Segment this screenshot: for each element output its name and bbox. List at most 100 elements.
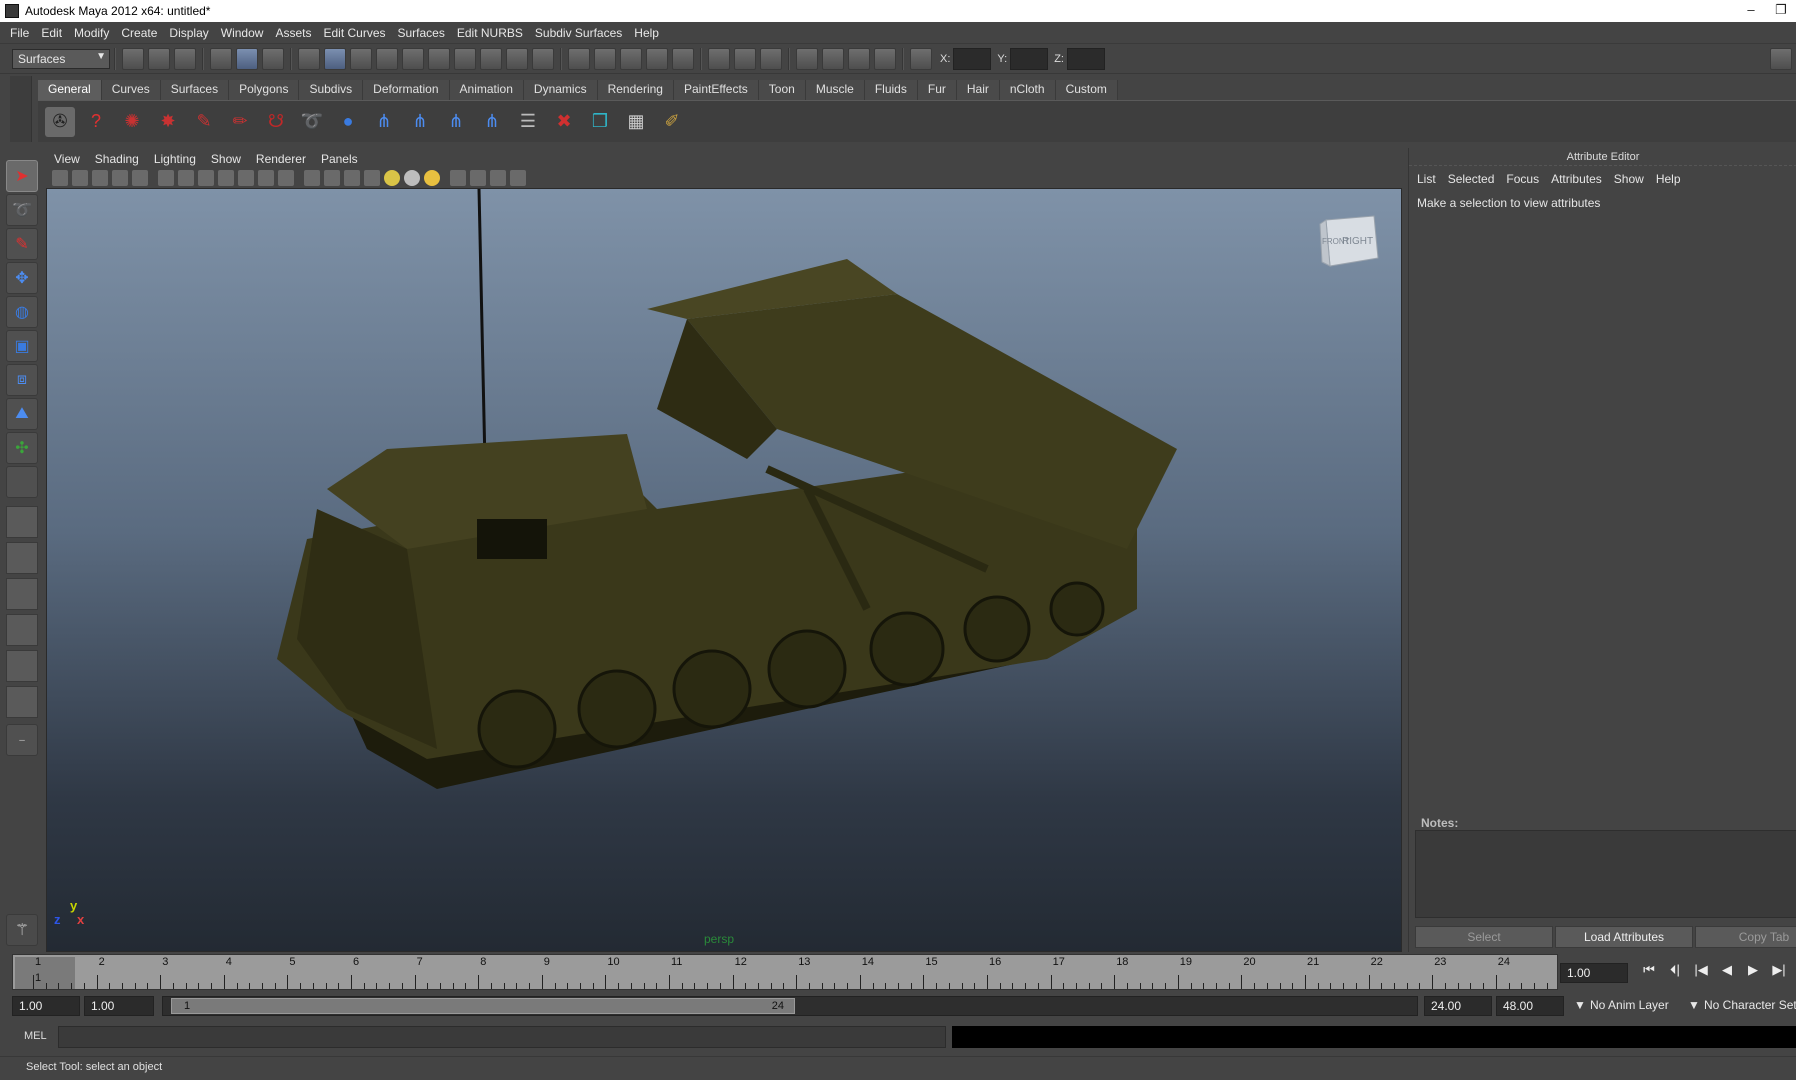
menu-surfaces[interactable]: Surfaces [392, 26, 451, 40]
paint-weights-icon[interactable]: ✸ [153, 107, 183, 137]
select-by-component-icon[interactable] [262, 47, 284, 70]
sculpt-tool-icon[interactable]: ✺ [117, 107, 147, 137]
shelf-tab-subdivs[interactable]: Subdivs [299, 80, 364, 100]
help-question-icon[interactable]: ? [81, 107, 111, 137]
graph-persp-layout-icon[interactable] [6, 614, 38, 646]
select-tool-icon[interactable]: ➤ [6, 160, 38, 192]
share-viewport-icon[interactable] [510, 170, 526, 186]
grid-icon[interactable] [158, 170, 174, 186]
paint-select-icon[interactable]: ✏ [225, 107, 255, 137]
all-lights-icon[interactable] [404, 170, 420, 186]
notes-field[interactable] [1415, 830, 1796, 918]
shelf-tab-rendering[interactable]: Rendering [597, 80, 674, 100]
shelf-tab-hair[interactable]: Hair [956, 80, 1000, 100]
menu-edit-nurbs[interactable]: Edit NURBS [451, 26, 529, 40]
select-misc-icon[interactable] [480, 47, 502, 70]
step-back-key-icon[interactable]: |◀ [1688, 962, 1714, 978]
coord-z-field[interactable] [1066, 47, 1105, 70]
delete-history-icon[interactable]: ✖ [549, 107, 579, 137]
range-slider-track[interactable]: 1 24 [162, 996, 1418, 1016]
duplicate-objects-icon[interactable]: ❒ [585, 107, 615, 137]
render-current-frame-icon[interactable] [822, 47, 844, 70]
isolate-select-icon[interactable] [450, 170, 466, 186]
show-manipulator-icon[interactable]: ✣ [6, 432, 38, 464]
xray-joints-icon[interactable] [490, 170, 506, 186]
shelf-tab-surfaces[interactable]: Surfaces [160, 80, 230, 100]
artisan-brush-icon[interactable]: ✎ [189, 107, 219, 137]
play-forwards-icon[interactable]: ▶ [1740, 962, 1766, 978]
panel-menu-show[interactable]: Show [207, 152, 252, 166]
mel-label[interactable]: MEL [24, 1030, 47, 1042]
ipr-render-icon[interactable] [848, 47, 870, 70]
start-time-field[interactable]: 1.00 [12, 996, 80, 1016]
minimize-button[interactable]: – [1736, 0, 1766, 22]
universal-manipulator-icon[interactable]: ⧈ [6, 364, 38, 396]
shelf-tab-curves[interactable]: Curves [101, 80, 161, 100]
smooth-shading-icon[interactable] [324, 170, 340, 186]
field-chart-icon[interactable] [238, 170, 254, 186]
playback-start-field[interactable]: 1.00 [84, 996, 154, 1016]
view-cube[interactable]: FRONT RIGHT [1318, 214, 1380, 270]
shelf-tab-animation[interactable]: Animation [449, 80, 524, 100]
outliner-graph-layout-icon[interactable] [6, 650, 38, 682]
shadows-icon[interactable] [424, 170, 440, 186]
menu-set-dropdown[interactable]: Surfaces ▼ [12, 48, 110, 69]
textured-icon[interactable] [364, 170, 380, 186]
step-forward-key-icon[interactable]: ▶| [1766, 962, 1792, 978]
paint-effects-brush-icon[interactable]: ✐ [657, 107, 687, 137]
parent-nodes-icon[interactable]: ⋔ [405, 107, 435, 137]
default-lighting-icon[interactable] [384, 170, 400, 186]
hierarchy-icon[interactable]: ⋔ [477, 107, 507, 137]
menu-subdiv-surfaces[interactable]: Subdiv Surfaces [529, 26, 628, 40]
new-scene-icon[interactable] [122, 47, 144, 70]
select-by-object-icon[interactable] [236, 47, 258, 70]
toggle-attribute-editor-icon[interactable] [1770, 47, 1792, 70]
soft-modification-icon[interactable]: ⛰ [6, 398, 38, 430]
play-backwards-icon[interactable]: ◀ [1714, 962, 1740, 978]
ae-menu-attributes[interactable]: Attributes [1547, 172, 1610, 186]
freeze-transforms-icon[interactable]: ▦ [621, 107, 651, 137]
character-set-dropdown[interactable]: No Character Set [1698, 996, 1796, 1016]
snap-to-curve-icon[interactable] [594, 47, 616, 70]
rotate-tool-icon[interactable]: ◍ [6, 296, 38, 328]
snap-to-view-plane-icon[interactable] [646, 47, 668, 70]
two-d-pan-zoom-icon[interactable] [132, 170, 148, 186]
current-time-field[interactable]: 1.00 [1560, 963, 1628, 983]
menu-edit[interactable]: Edit [35, 26, 68, 40]
unparent-nodes-icon[interactable]: ⋔ [441, 107, 471, 137]
range-slider-handle[interactable]: 1 24 [171, 998, 795, 1014]
anim-layer-dropdown[interactable]: No Anim Layer [1584, 996, 1680, 1016]
coord-x-field[interactable] [953, 47, 992, 70]
outliner-list-icon[interactable]: ☰ [513, 107, 543, 137]
panel-menu-view[interactable]: View [50, 152, 91, 166]
render-settings-icon[interactable] [874, 47, 896, 70]
load-attributes-button[interactable]: Load Attributes [1555, 926, 1693, 948]
ae-menu-focus[interactable]: Focus [1502, 172, 1547, 186]
film-gate-icon[interactable] [178, 170, 194, 186]
layout-more-icon[interactable]: – [6, 724, 38, 756]
snap-to-point-icon[interactable] [620, 47, 642, 70]
perspective-viewport[interactable] [46, 188, 1402, 952]
command-input-field[interactable] [58, 1026, 946, 1048]
shelf-tab-polygons[interactable]: Polygons [229, 80, 300, 100]
absolute-transform-icon[interactable] [910, 47, 932, 70]
output-ops-icon[interactable] [734, 47, 756, 70]
copy-tab-button[interactable]: Copy Tab [1695, 926, 1796, 948]
panel-menu-lighting[interactable]: Lighting [150, 152, 207, 166]
shelf-tab-fur[interactable]: Fur [917, 80, 957, 100]
scale-tool-icon[interactable]: ▣ [6, 330, 38, 362]
camera-attributes-icon[interactable] [72, 170, 88, 186]
ae-menu-show[interactable]: Show [1610, 172, 1652, 186]
bookmarks-icon[interactable] [92, 170, 108, 186]
select-button[interactable]: Select [1415, 926, 1553, 948]
select-deformations-icon[interactable] [402, 47, 424, 70]
single-perspective-layout-icon[interactable] [6, 506, 38, 538]
highlight-selection-icon[interactable] [532, 47, 554, 70]
shelf-tab-custom[interactable]: Custom [1055, 80, 1118, 100]
shelf-tab-muscle[interactable]: Muscle [805, 80, 865, 100]
coord-y-field[interactable] [1010, 47, 1049, 70]
menu-help[interactable]: Help [628, 26, 665, 40]
paint-select-tool-icon[interactable]: ✎ [6, 228, 38, 260]
hypershade-layout-icon[interactable] [6, 686, 38, 718]
step-back-frame-icon[interactable]: ⏴| [1662, 962, 1688, 978]
